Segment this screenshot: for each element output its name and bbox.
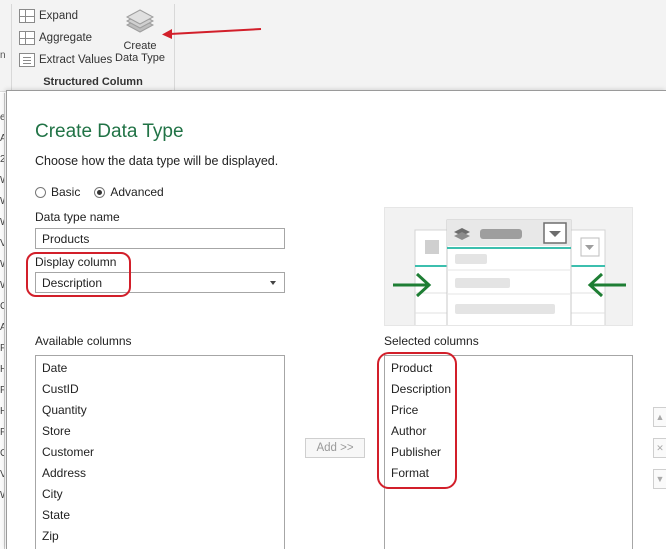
background-cell-fragment: H <box>0 407 4 417</box>
move-down-button[interactable]: ▼ <box>653 469 666 489</box>
annotation-ring-display-column <box>26 252 131 297</box>
aggregate-icon <box>19 31 35 45</box>
background-cell-fragment: A <box>0 134 4 144</box>
background-cell-fragment: F <box>0 344 4 354</box>
available-columns-list[interactable]: Date CustID Quantity Store Customer Address Ci… <box>35 355 285 549</box>
background-cell-fragment: H <box>0 365 4 375</box>
background-cell-fragment: W <box>0 218 4 228</box>
radio-advanced-label[interactable]: Advanced <box>110 185 163 199</box>
list-item[interactable]: State <box>36 505 284 526</box>
create-data-type-icon <box>125 9 155 33</box>
background-cell-fragment: P <box>0 428 4 438</box>
dialog-title: Create Data Type <box>35 121 184 142</box>
background-cell-fragment: V <box>0 470 4 480</box>
ribbon-group-separator <box>174 4 175 90</box>
background-cell-fragment: G <box>0 449 4 459</box>
background-cell-fragment: e <box>0 113 4 123</box>
expand-label: Expand <box>39 10 79 22</box>
available-columns-label: Available columns <box>35 334 132 348</box>
extract-values-icon <box>19 53 35 67</box>
background-worksheet-strip: e A 2 W W W V W W C A F H P H P G V W <box>0 93 5 549</box>
background-cell-fragment: W <box>0 260 4 270</box>
list-item[interactable]: Date <box>36 358 284 379</box>
list-item[interactable]: CustID <box>36 379 284 400</box>
move-up-button[interactable]: ▲ <box>653 407 666 427</box>
aggregate-button[interactable]: Aggregate <box>19 29 92 47</box>
mode-radio-group: Basic Advanced <box>35 185 178 199</box>
selected-columns-label: Selected columns <box>384 334 479 348</box>
background-cell-fragment: W <box>0 176 4 186</box>
annotation-ring-selected-columns <box>377 352 457 489</box>
create-data-type-label-1: Create <box>123 40 157 52</box>
ribbon: n Expand Aggregate Extract Values Create… <box>0 0 666 92</box>
expand-button[interactable]: Expand <box>19 7 78 25</box>
list-item[interactable]: Customer <box>36 442 284 463</box>
create-data-type-button[interactable]: Create Data Type <box>113 8 167 64</box>
create-data-type-label-2: Data Type <box>115 52 165 64</box>
ribbon-left-fragment: n <box>0 50 6 61</box>
background-cell-fragment: A <box>0 323 4 333</box>
chevron-down-icon <box>270 281 276 285</box>
extract-values-label: Extract Values <box>39 54 113 66</box>
radio-basic[interactable] <box>35 186 46 198</box>
list-item[interactable]: Address <box>36 463 284 484</box>
ribbon-group-label: Structured Column <box>43 76 143 88</box>
radio-advanced[interactable] <box>94 186 106 198</box>
background-cell-fragment: V <box>0 239 4 249</box>
expand-icon <box>19 9 35 23</box>
background-cell-fragment: C <box>0 302 4 312</box>
list-item[interactable]: Store <box>36 421 284 442</box>
data-type-name-input[interactable] <box>35 228 285 249</box>
radio-basic-label[interactable]: Basic <box>51 185 80 199</box>
list-item[interactable]: Quantity <box>36 400 284 421</box>
dialog-subtitle: Choose how the data type will be display… <box>35 154 279 168</box>
extract-values-button[interactable]: Extract Values <box>19 51 112 69</box>
data-type-illustration <box>384 207 633 326</box>
data-type-name-label: Data type name <box>35 210 120 224</box>
annotation-arrow-icon <box>162 28 262 39</box>
list-item[interactable]: Zip <box>36 526 284 547</box>
create-data-type-dialog: Create Data Type Choose how the data typ… <box>6 90 666 549</box>
remove-button[interactable]: ✕ <box>653 438 666 458</box>
background-cell-fragment: W <box>0 197 4 207</box>
list-item[interactable]: City <box>36 484 284 505</box>
background-cell-fragment: 2 <box>0 155 4 165</box>
data-type-illustration-graphic <box>393 219 626 325</box>
background-cell-fragment: W <box>0 281 4 291</box>
add-button[interactable]: Add >> <box>305 438 365 458</box>
aggregate-label: Aggregate <box>39 32 93 44</box>
background-cell-fragment: P <box>0 386 4 396</box>
background-cell-fragment: W <box>0 491 4 501</box>
